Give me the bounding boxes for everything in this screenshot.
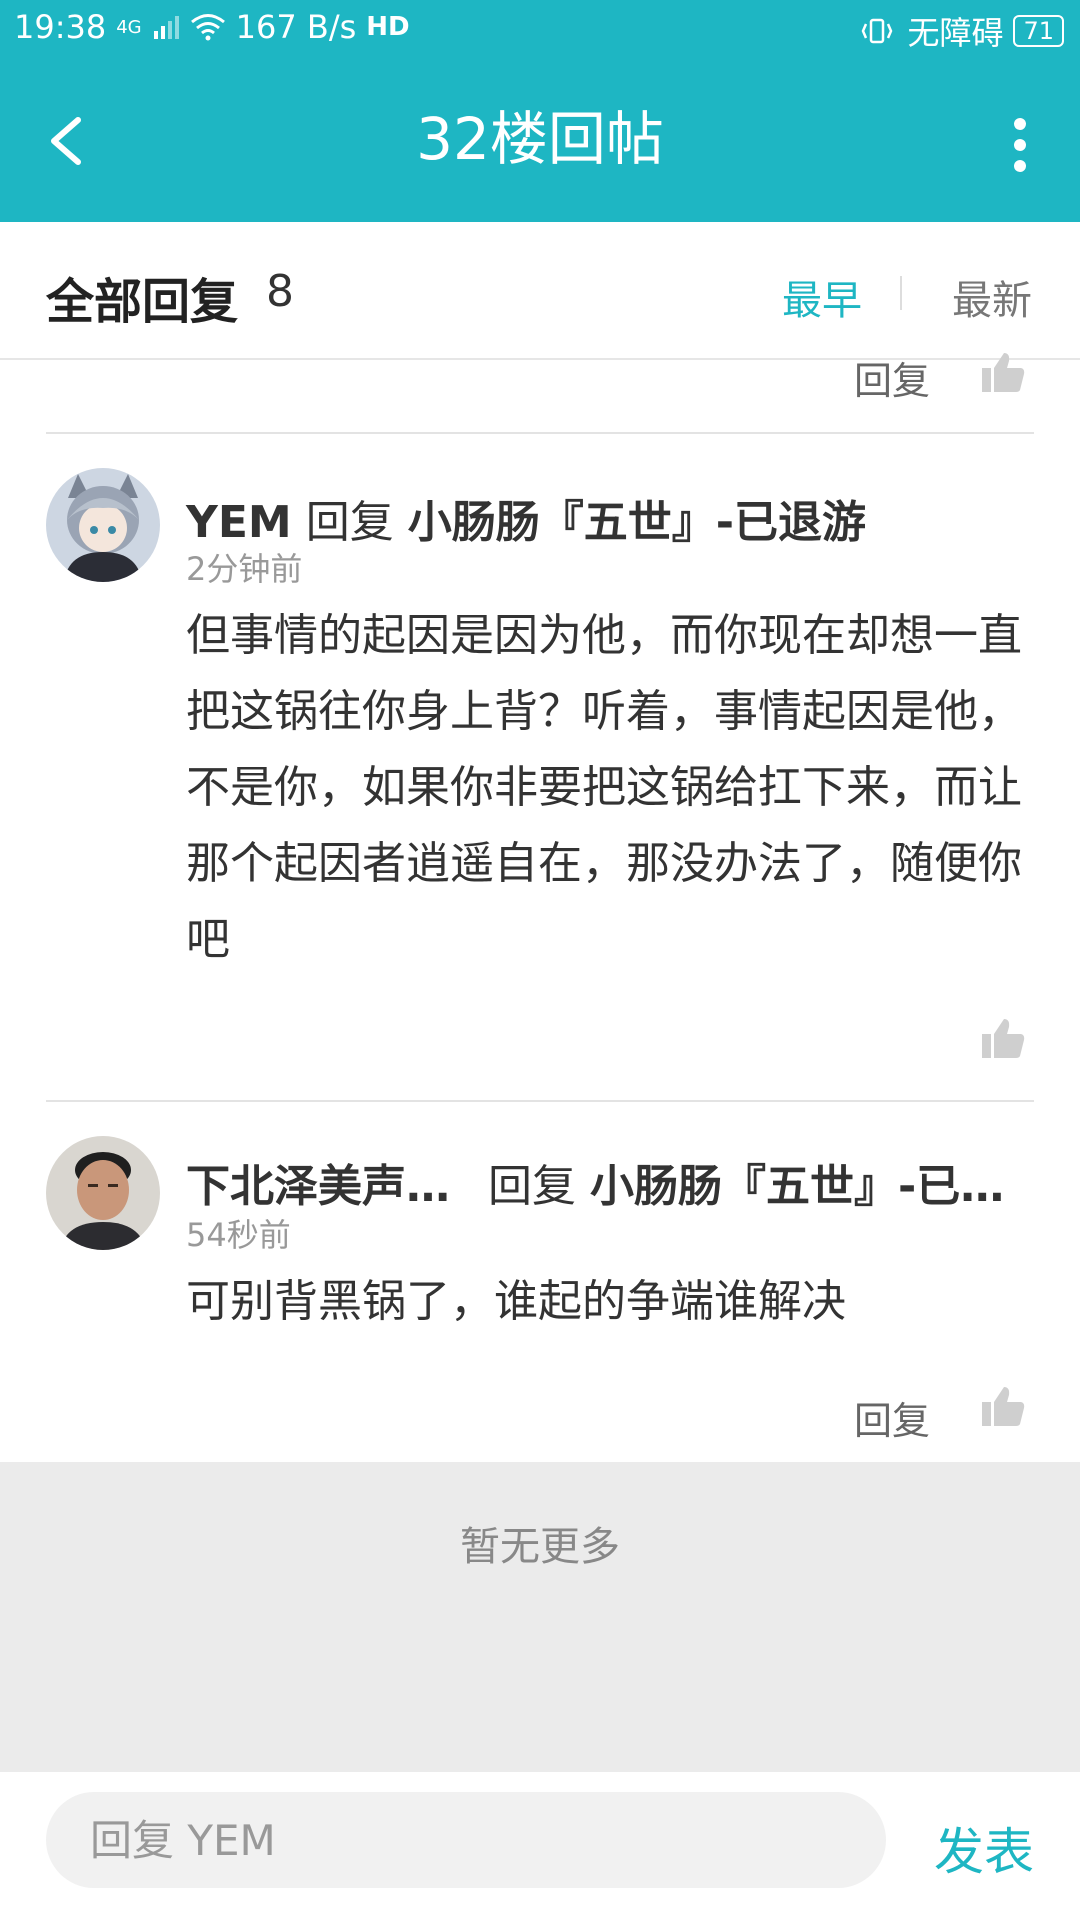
divider (46, 432, 1034, 434)
reply-input-bar: 发表 (0, 1772, 1080, 1920)
signal-icon (153, 16, 179, 39)
sort-latest-tab[interactable]: 最新 (952, 268, 1032, 326)
avatar[interactable] (46, 1136, 160, 1250)
publish-button[interactable]: 发表 (934, 1812, 1034, 1884)
avatar[interactable] (46, 468, 160, 582)
thumbs-up-icon[interactable] (980, 1016, 1026, 1060)
reply-time: 54秒前 (186, 1216, 291, 1254)
reply-time: 2分钟前 (186, 550, 303, 588)
reply-button[interactable]: 回复 (854, 350, 930, 405)
title-bar: 32楼回帖 (0, 56, 1080, 222)
reply-word: 回复 (305, 497, 394, 548)
reply-content: 但事情的起因是因为他，而你现在却想一直把这锅往你身上背？听着，事情起因是他，不是… (186, 610, 1022, 965)
sort-divider (900, 276, 902, 310)
network-type: 4G (116, 16, 142, 38)
battery-indicator: 71 (1013, 15, 1064, 47)
avatar-image (46, 468, 160, 582)
more-vertical-icon (1014, 118, 1026, 172)
reply-content: 可别背黑锅了，谁起的争端谁解决 (186, 1276, 846, 1327)
reply-sort-bar: 全部回复 8 最早 最新 (0, 222, 1080, 360)
reply-author-line: 下北泽美声… 回复 小肠肠『五世』-已… (186, 1150, 1004, 1214)
network-speed: 167 B/s (235, 8, 357, 46)
thumbs-up-icon[interactable] (980, 350, 1026, 394)
status-time: 19:38 (14, 8, 107, 46)
all-replies-label: 全部回复 (46, 274, 239, 330)
vibrate-icon (862, 18, 893, 44)
no-more-text: 暂无更多 (460, 1524, 620, 1570)
page-title: 32楼回帖 (416, 105, 664, 173)
reply-word: 回复 (488, 1161, 576, 1212)
author-name[interactable]: YEM (186, 497, 292, 548)
sort-earliest-tab[interactable]: 最早 (782, 268, 862, 326)
more-options-button[interactable] (1000, 110, 1040, 180)
reply-author-line: YEM 回复 小肠肠『五世』-已退游 (186, 486, 866, 550)
reply-target-name[interactable]: 小肠肠『五世』-已… (590, 1161, 1004, 1212)
reply-count: 8 (266, 266, 294, 317)
accessibility-label: 无障碍 (907, 14, 1004, 52)
reply-input[interactable] (46, 1792, 886, 1888)
avatar-image (46, 1136, 160, 1250)
reply-button[interactable]: 回复 (854, 1390, 930, 1445)
status-bar: 19:38 4G 167 B/s HD 无障碍 71 (0, 0, 1080, 56)
wifi-icon (190, 14, 225, 41)
author-name[interactable]: 下北泽美声… (186, 1161, 450, 1212)
divider (46, 1100, 1034, 1102)
no-more-section: 暂无更多 (0, 1462, 1080, 1772)
reply-target-name[interactable]: 小肠肠『五世』-已退游 (408, 497, 866, 548)
thumbs-up-icon[interactable] (980, 1384, 1026, 1428)
hd-icon: HD (366, 12, 410, 42)
